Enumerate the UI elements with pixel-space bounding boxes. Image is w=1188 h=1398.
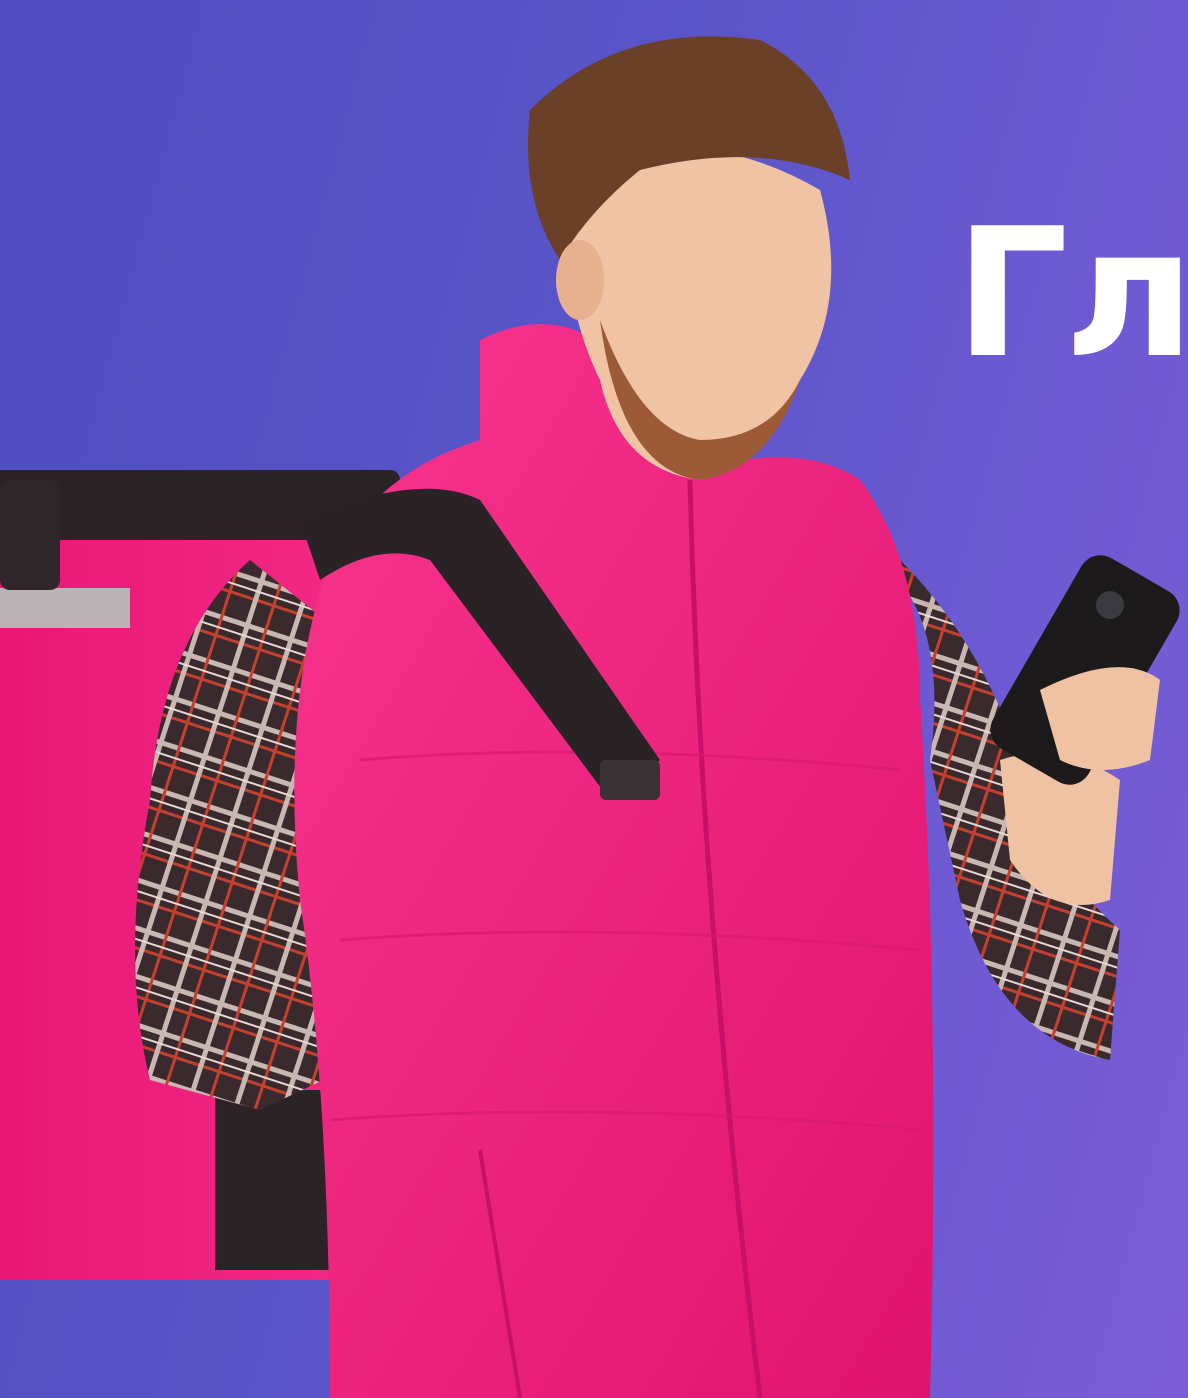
courier-photo xyxy=(0,36,1180,1398)
hero-banner: Гла xyxy=(0,0,1188,1398)
